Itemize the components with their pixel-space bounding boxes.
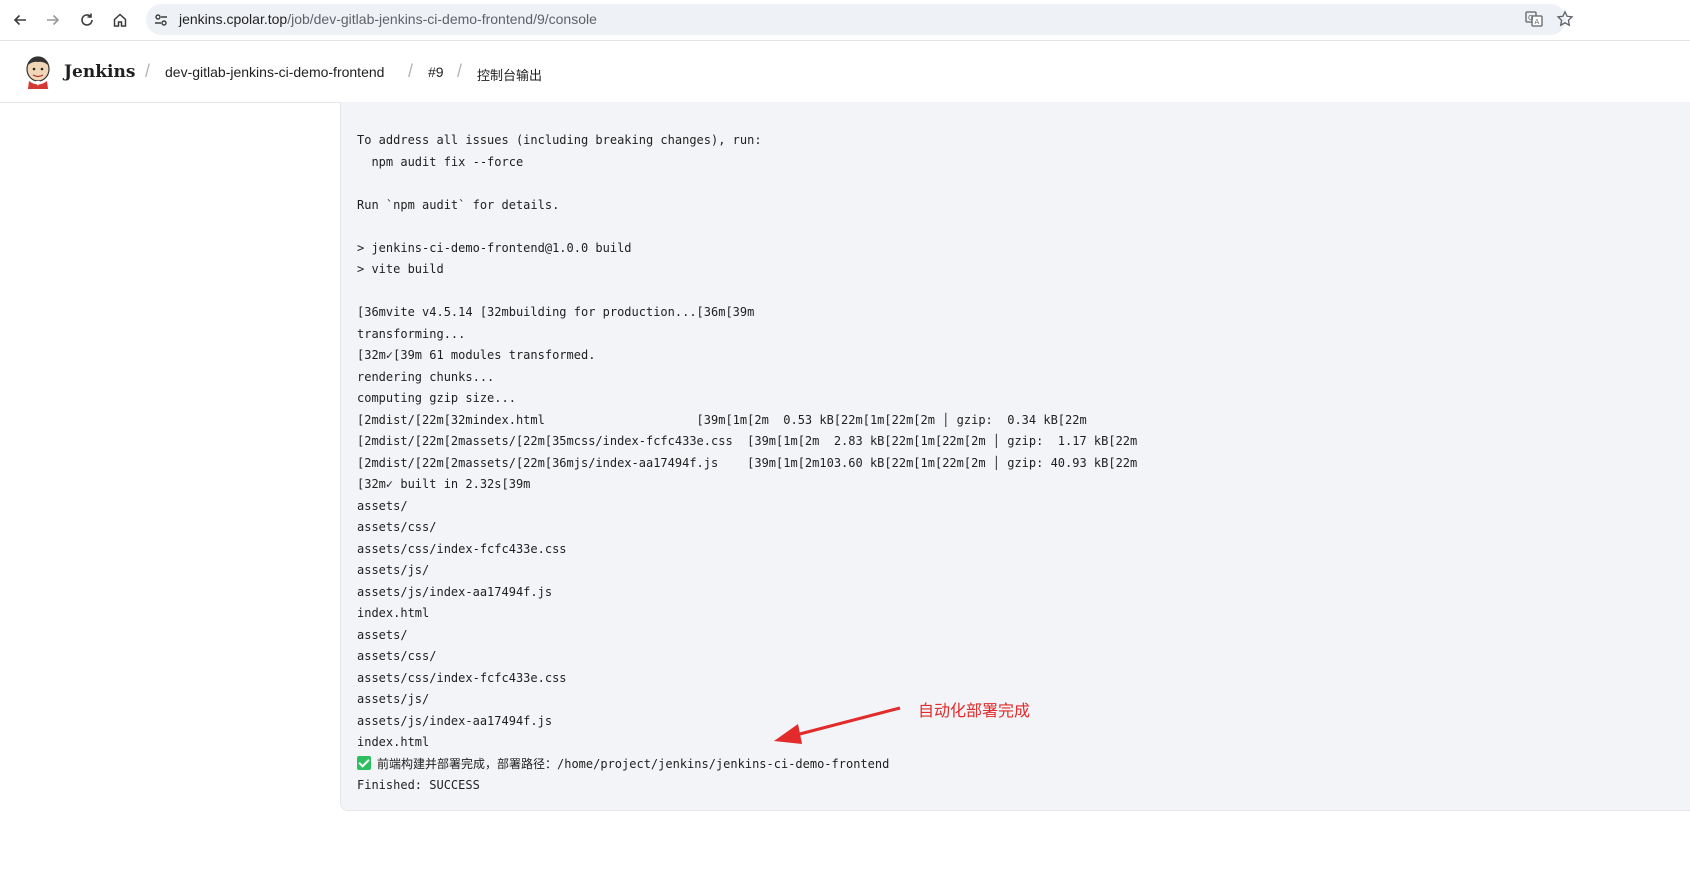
breadcrumb-build[interactable]: #9 bbox=[428, 64, 444, 80]
reload-icon bbox=[81, 13, 93, 26]
console-line: [2mdist/[22m[2massets/[22m[36mjs/index-a… bbox=[357, 455, 1138, 470]
svg-text:A: A bbox=[1535, 18, 1540, 26]
success-message: 前端构建并部署完成，部署路径：/home/project/jenkins/jen… bbox=[377, 756, 890, 771]
url-text[interactable]: jenkins.cpolar.top/job/dev-gitlab-jenkin… bbox=[179, 11, 597, 27]
console-line: index.html bbox=[357, 735, 430, 749]
url-path: /job/dev-gitlab-jenkins-ci-demo-frontend… bbox=[287, 11, 597, 27]
console-line: assets/ bbox=[357, 627, 408, 642]
console-line: rendering chunks... bbox=[357, 369, 495, 384]
star-icon[interactable] bbox=[1556, 10, 1574, 28]
green-check-icon bbox=[357, 755, 371, 770]
arrow-left-icon bbox=[13, 14, 26, 26]
browser-toolbar: jenkins.cpolar.top/job/dev-gitlab-jenkin… bbox=[0, 0, 1690, 41]
console-finished-line: Finished: SUCCESS bbox=[357, 778, 480, 792]
back-button[interactable] bbox=[9, 9, 31, 31]
console-line: To address all issues (including breakin… bbox=[357, 133, 762, 147]
home-button[interactable] bbox=[109, 9, 131, 31]
console-line: assets/js/index-aa17494f.js bbox=[357, 584, 553, 599]
console-line: [2mdist/[22m[2massets/[22m[35mcss/index-… bbox=[357, 434, 1138, 448]
console-line: computing gzip size... bbox=[357, 391, 516, 405]
home-icon bbox=[113, 13, 127, 27]
translate-icon[interactable]: GA bbox=[1525, 10, 1543, 28]
tune-icon[interactable] bbox=[153, 12, 169, 28]
reload-button[interactable] bbox=[76, 9, 98, 31]
console-line: transforming... bbox=[357, 326, 466, 341]
annotation-label: 自动化部署完成 bbox=[918, 703, 1031, 720]
jenkins-logo-icon[interactable] bbox=[24, 55, 52, 89]
console-line: assets/css/ bbox=[357, 520, 437, 534]
console-line: Run `npm audit` for details. bbox=[357, 197, 560, 212]
console-line: [32m✓ built in 2.32s[39m bbox=[357, 477, 531, 491]
console-line: assets/css/index-fcfc433e.css bbox=[357, 670, 567, 685]
svg-text:G: G bbox=[1528, 14, 1533, 22]
breadcrumb-separator: / bbox=[145, 61, 151, 81]
console-line: > vite build bbox=[357, 262, 444, 276]
breadcrumb-separator: / bbox=[408, 61, 414, 81]
console-line: index.html bbox=[357, 606, 430, 620]
console-line: npm audit fix --force bbox=[357, 154, 524, 169]
console-line: assets/css/ bbox=[357, 649, 437, 663]
jenkins-brand[interactable]: Jenkins bbox=[64, 62, 135, 82]
breadcrumb-console-output[interactable]: 控制台输出 bbox=[477, 65, 542, 84]
breadcrumb-separator: / bbox=[457, 61, 463, 81]
url-host: jenkins.cpolar.top bbox=[179, 11, 288, 27]
annotation-arrow-icon bbox=[774, 706, 901, 744]
arrow-right-icon bbox=[47, 14, 60, 26]
console-line: [36mvite v4.5.14 [32mbuilding for produc… bbox=[357, 305, 755, 319]
console-line: assets/css/index-fcfc433e.css bbox=[357, 541, 567, 556]
console-line: > jenkins-ci-demo-frontend@1.0.0 build bbox=[357, 240, 632, 255]
console-line: [2mdist/[22m[32mindex.html [39m[1m[2m 0.… bbox=[357, 412, 1087, 427]
console-line: assets/js/ bbox=[357, 563, 430, 577]
forward-button[interactable] bbox=[42, 9, 64, 31]
console-line: [32m✓[39m 61 modules transformed. bbox=[357, 348, 596, 362]
console-success-line: 前端构建并部署完成，部署路径：/home/project/jenkins/jen… bbox=[357, 754, 1137, 776]
jenkins-header: Jenkins / dev-gitlab-jenkins-ci-demo-fro… bbox=[0, 41, 1690, 103]
address-bar[interactable]: jenkins.cpolar.top/job/dev-gitlab-jenkin… bbox=[146, 4, 1566, 35]
console-line: assets/ bbox=[357, 498, 408, 513]
breadcrumb-job[interactable]: dev-gitlab-jenkins-ci-demo-frontend bbox=[165, 64, 384, 80]
